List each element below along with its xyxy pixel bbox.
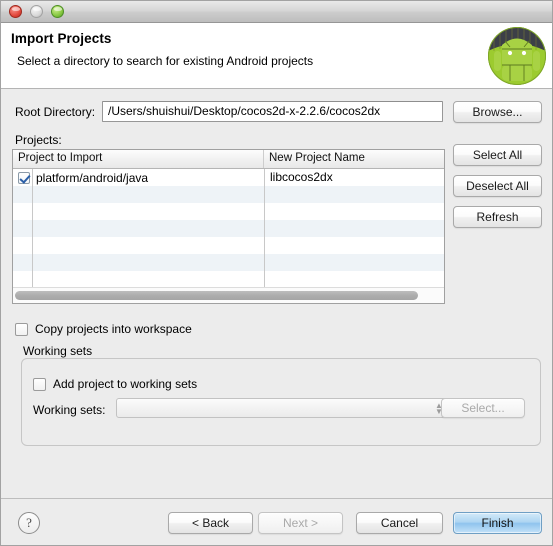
root-directory-input[interactable]: /Users/shuishui/Desktop/cocos2d-x-2.2.6/… <box>102 101 443 122</box>
table-horizontal-scrollbar[interactable] <box>13 287 444 303</box>
working-sets-group-title: Working sets <box>23 344 93 358</box>
finish-button[interactable]: Finish <box>453 512 542 534</box>
row-checkbox[interactable] <box>18 171 30 184</box>
column-rule-checkbox <box>32 169 33 303</box>
title-bar <box>1 1 552 23</box>
cell-project-path: platform/android/java <box>36 170 149 185</box>
copy-projects-checkbox[interactable] <box>15 322 28 336</box>
dialog-body: Root Directory: /Users/shuishui/Desktop/… <box>1 90 552 498</box>
table-row[interactable] <box>13 220 444 237</box>
page-title: Import Projects <box>11 31 112 46</box>
import-projects-dialog: Import Projects Select a directory to se… <box>0 0 553 546</box>
projects-table[interactable]: Project to Import New Project Name platf… <box>12 149 445 304</box>
add-project-to-working-sets-checkbox[interactable] <box>33 377 46 391</box>
column-rule-divider <box>264 169 265 303</box>
cell-new-project-name: libcocos2dx <box>270 170 333 184</box>
table-header-row: Project to Import New Project Name <box>13 150 444 169</box>
window-controls <box>9 5 64 18</box>
table-body: platform/android/java libcocos2dx <box>13 169 444 303</box>
table-row[interactable] <box>13 254 444 271</box>
browse-button[interactable]: Browse... <box>453 101 542 123</box>
wizard-header: Import Projects Select a directory to se… <box>1 23 552 89</box>
minimize-window-button[interactable] <box>30 5 43 18</box>
page-subtitle: Select a directory to search for existin… <box>17 54 314 68</box>
cell-project-to-import: platform/android/java <box>13 169 264 186</box>
table-row[interactable] <box>13 186 444 203</box>
column-header-project-to-import[interactable]: Project to Import <box>13 150 264 168</box>
dialog-footer: ? < Back Next > Cancel Finish <box>1 498 552 545</box>
working-sets-combo[interactable]: ▲ ▼ <box>116 398 449 418</box>
add-project-to-working-sets-row[interactable]: Add project to working sets <box>33 377 197 391</box>
working-sets-select-button[interactable]: Select... <box>441 398 525 418</box>
copy-projects-label: Copy projects into workspace <box>35 322 192 336</box>
zoom-window-button[interactable] <box>51 5 64 18</box>
table-row[interactable] <box>13 203 444 220</box>
select-all-button[interactable]: Select All <box>453 144 542 166</box>
projects-label: Projects: <box>15 133 62 147</box>
android-robot-icon <box>488 27 546 85</box>
table-row[interactable]: platform/android/java libcocos2dx <box>13 169 444 186</box>
table-row[interactable] <box>13 237 444 254</box>
working-sets-combo-label: Working sets: <box>33 403 106 417</box>
cancel-button[interactable]: Cancel <box>356 512 443 534</box>
back-button[interactable]: < Back <box>168 512 253 534</box>
refresh-button[interactable]: Refresh <box>453 206 542 228</box>
help-icon[interactable]: ? <box>18 512 40 534</box>
next-button[interactable]: Next > <box>258 512 343 534</box>
column-header-new-project-name[interactable]: New Project Name <box>264 150 444 168</box>
copy-projects-checkbox-row[interactable]: Copy projects into workspace <box>15 322 192 336</box>
root-directory-label: Root Directory: <box>15 105 96 119</box>
close-window-button[interactable] <box>9 5 22 18</box>
add-project-to-working-sets-label: Add project to working sets <box>53 377 198 391</box>
scrollbar-thumb[interactable] <box>15 291 418 300</box>
deselect-all-button[interactable]: Deselect All <box>453 175 542 197</box>
table-row[interactable] <box>13 271 444 288</box>
